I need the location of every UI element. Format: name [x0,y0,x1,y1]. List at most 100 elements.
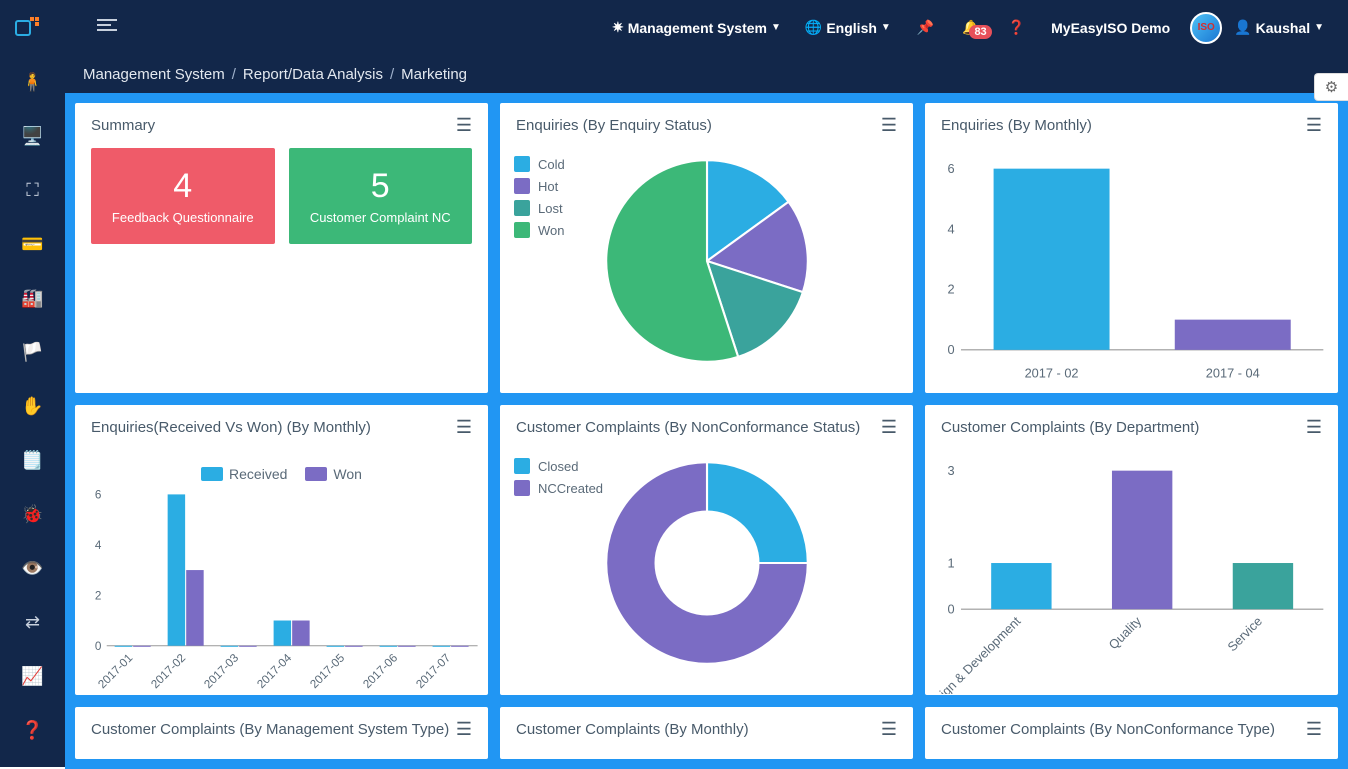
breadcrumb-c[interactable]: Marketing [401,66,467,83]
sidebar-item-2[interactable]: 🖥️ [0,109,65,163]
language-dropdown[interactable]: 🌐 English ▼ [793,0,903,55]
panel-menu-icon[interactable]: ☰ [456,417,472,438]
panel-menu-icon[interactable]: ☰ [456,719,472,740]
caret-down-icon: ▼ [771,22,781,33]
svg-text:sign & Development: sign & Development [932,613,1024,694]
legend-hot: Hot [538,179,558,194]
svg-text:2017-05: 2017-05 [308,651,348,691]
page-settings-icon[interactable]: ⚙ [1314,73,1348,101]
svg-text:2: 2 [95,590,102,603]
toggle-sidebar-icon[interactable] [97,19,117,36]
breadcrumb-sep: / [225,66,243,83]
panel-menu-icon[interactable]: ☰ [1306,417,1322,438]
svg-text:4: 4 [947,221,954,236]
bar-chart: 02462017-012017-022017-032017-042017-052… [79,488,484,701]
pie-chart [602,156,812,366]
topbar: ✷ Management System ▼ 🌐 English ▼ 📌 🔔83 … [0,0,1348,55]
sidebar-item-7[interactable]: ✋ [0,379,65,433]
svg-text:6: 6 [95,489,102,502]
panel-complaints-nc-type: Customer Complaints (By NonConformance T… [925,707,1338,759]
tile-value: 5 [371,167,390,206]
legend: Closed NCCreated [514,458,603,502]
tile-complaint[interactable]: 5 Customer Complaint NC [289,148,473,244]
svg-text:2017-02: 2017-02 [149,651,189,691]
sidebar-item-11[interactable]: ⇄ [0,595,65,649]
panel-title: Summary [91,117,155,134]
svg-text:2017-03: 2017-03 [202,651,242,691]
sidebar-item-13[interactable]: ❓ [0,703,65,757]
sidebar-item-8[interactable]: 🗒️ [0,433,65,487]
svg-text:2017-06: 2017-06 [361,651,401,691]
pin-icon[interactable]: 📌 [903,19,948,36]
svg-text:Quality: Quality [1106,613,1145,652]
content: Management System / Report/Data Analysis… [65,55,1348,769]
sidebar: 🧍 🖥️ ⛶ 💳 🏭 🏳️ ✋ 🗒️ 🐞 👁️ ⇄ 📈 ❓ [0,55,65,767]
help-icon[interactable]: ❓ [994,19,1039,36]
svg-text:4: 4 [95,539,102,552]
caret-down-icon: ▼ [881,22,891,33]
legend-closed: Closed [538,459,578,474]
svg-text:1: 1 [947,555,954,570]
svg-text:0: 0 [95,640,102,653]
notifications-icon[interactable]: 🔔83 [948,19,993,36]
legend-lost: Lost [538,201,563,216]
svg-text:3: 3 [947,463,954,478]
app-logo[interactable] [12,13,42,43]
sidebar-item-9[interactable]: 🐞 [0,487,65,541]
brand-name[interactable]: MyEasyISO Demo [1039,0,1182,55]
panel-menu-icon[interactable]: ☰ [1306,115,1322,136]
panel-complaints-ms-type: Customer Complaints (By Management Syste… [75,707,488,759]
management-system-dropdown[interactable]: ✷ Management System ▼ [600,0,793,55]
panel-menu-icon[interactable]: ☰ [881,115,897,136]
panel-complaints-dept: Customer Complaints (By Department) ☰ 0 1… [925,405,1338,695]
user-dropdown[interactable]: 👤 Kaushal ▼ [1222,0,1336,55]
tile-label: Customer Complaint NC [310,210,451,225]
panel-summary: Summary ☰ 4 Feedback Questionnaire 5 Cus… [75,103,488,393]
legend-created: NCCreated [538,481,603,496]
sidebar-item-6[interactable]: 🏳️ [0,325,65,379]
panel-title: Customer Complaints (By NonConformance T… [941,721,1275,738]
avatar[interactable]: ISO [1190,12,1222,44]
tile-label: Feedback Questionnaire [112,210,254,225]
sidebar-item-5[interactable]: 🏭 [0,271,65,325]
tile-feedback[interactable]: 4 Feedback Questionnaire [91,148,275,244]
panel-menu-icon[interactable]: ☰ [456,115,472,136]
breadcrumb-a[interactable]: Management System [83,66,225,83]
management-system-label: Management System [628,20,767,36]
panel-title: Customer Complaints (By Department) [941,419,1199,436]
panel-menu-icon[interactable]: ☰ [881,417,897,438]
svg-text:Service: Service [1224,614,1265,655]
legend: Received Won [79,466,484,482]
sidebar-item-1[interactable]: 🧍 [0,55,65,109]
sidebar-item-10[interactable]: 👁️ [0,541,65,595]
panel-title: Enquiries (By Enquiry Status) [516,117,712,134]
panel-menu-icon[interactable]: ☰ [1306,719,1322,740]
panel-enquiries-status: Enquiries (By Enquiry Status) ☰ Cold Hot… [500,103,913,393]
globe-icon: 🌐 [805,19,822,36]
breadcrumb-sep: / [383,66,401,83]
user-icon: 👤 [1234,19,1251,36]
panel-complaints-monthly: Customer Complaints (By Monthly) ☰ [500,707,913,759]
sidebar-item-12[interactable]: 📈 [0,649,65,703]
panel-title: Customer Complaints (By Management Syste… [91,721,449,738]
legend-cold: Cold [538,157,565,172]
caret-down-icon: ▼ [1314,22,1324,33]
sidebar-item-4[interactable]: 💳 [0,217,65,271]
svg-text:0: 0 [947,601,954,616]
sidebar-item-3[interactable]: ⛶ [0,163,65,217]
breadcrumb: Management System / Report/Data Analysis… [65,55,1348,93]
legend-won: Won [538,223,565,238]
language-label: English [826,20,877,36]
panel-title: Customer Complaints (By Monthly) [516,721,749,738]
panel-title: Customer Complaints (By NonConformance S… [516,419,860,436]
breadcrumb-b[interactable]: Report/Data Analysis [243,66,383,83]
tile-value: 4 [173,167,192,206]
svg-text:0: 0 [947,342,954,357]
panel-menu-icon[interactable]: ☰ [881,719,897,740]
svg-text:2017 - 04: 2017 - 04 [1206,366,1260,381]
panel-complaints-nc-status: Customer Complaints (By NonConformance S… [500,405,913,695]
bar-chart: 02462017 - 022017 - 04 [925,148,1338,399]
legend-received: Received [229,466,287,482]
svg-text:2: 2 [947,282,954,297]
bar-chart: 0 1 3 sign & Development Quality Service [925,450,1338,701]
